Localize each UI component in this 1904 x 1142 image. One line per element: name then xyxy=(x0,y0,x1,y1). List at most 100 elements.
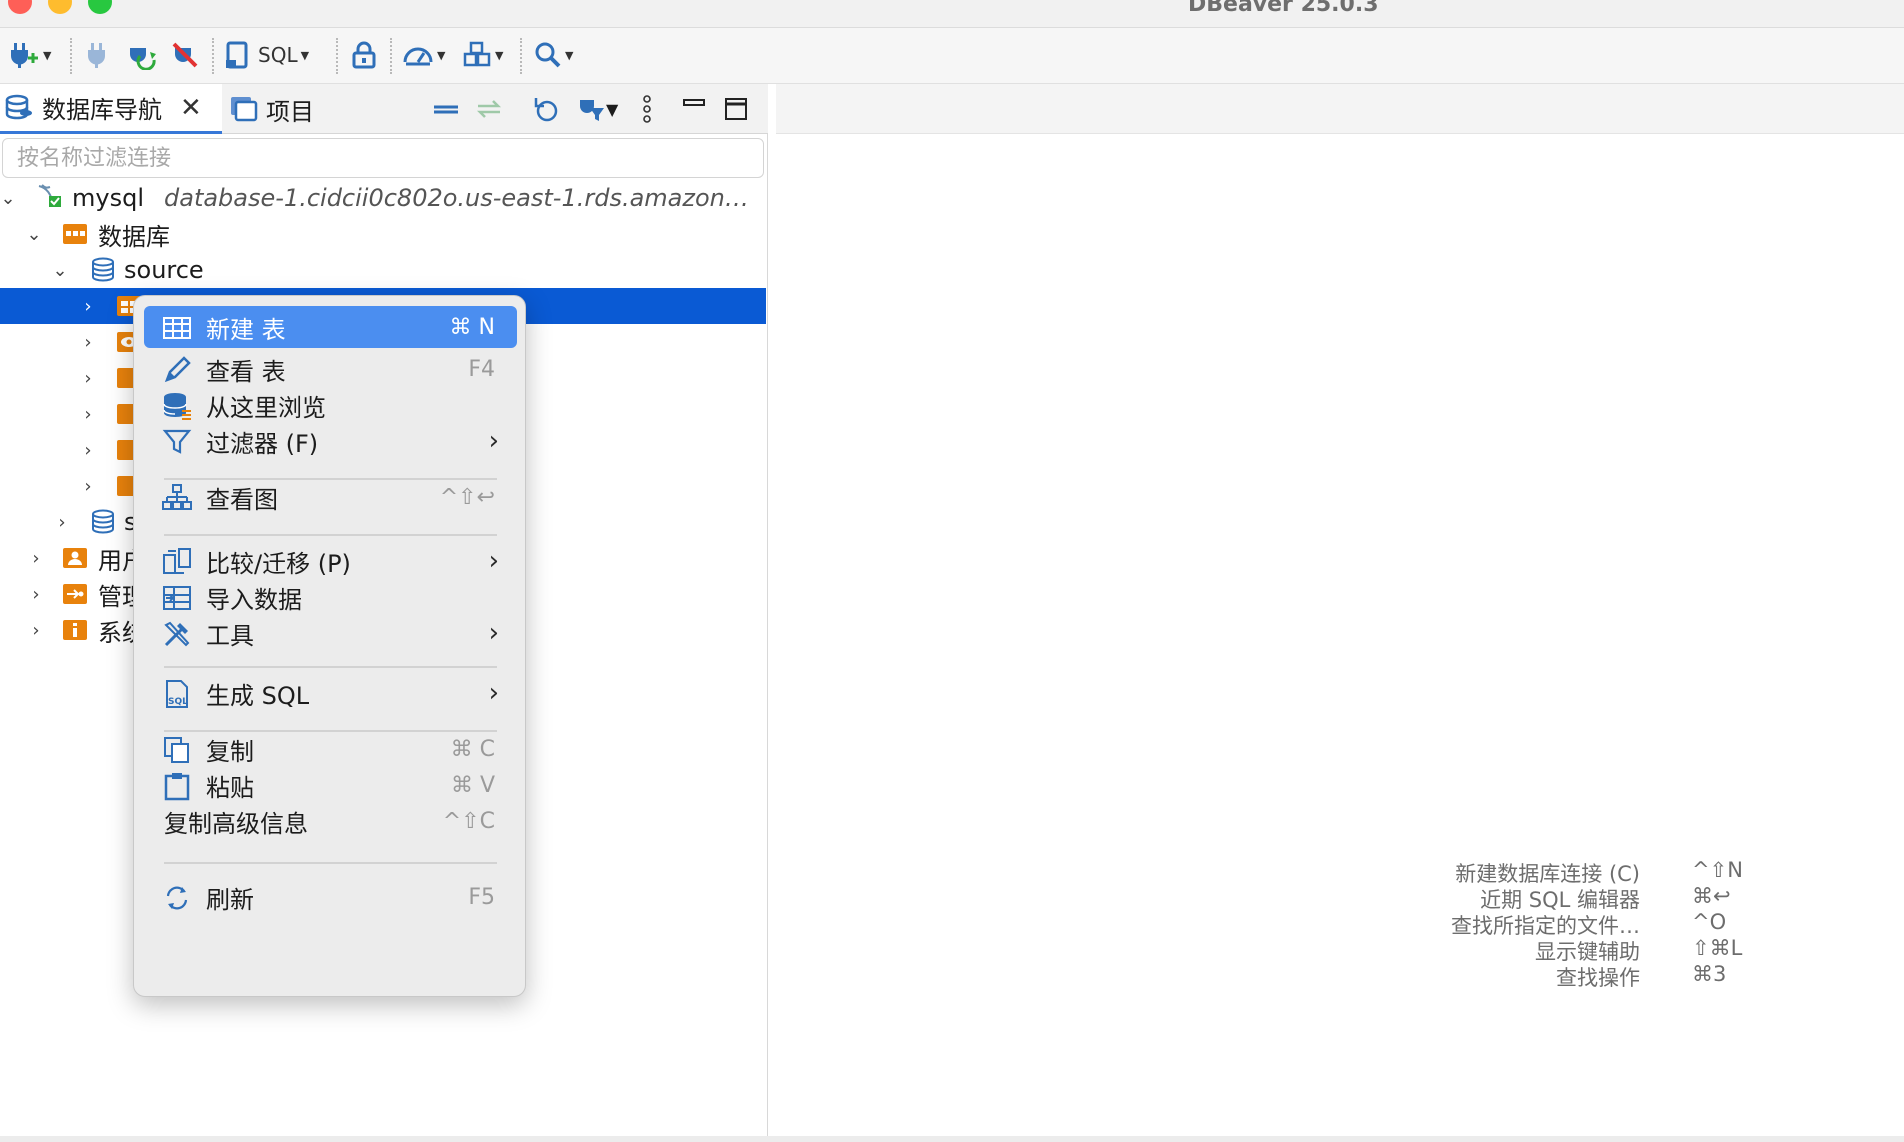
close-icon[interactable]: ✕ xyxy=(180,93,202,123)
diagram-icon xyxy=(162,484,192,510)
sql-file-icon: SQL xyxy=(166,680,188,708)
plug-refresh-icon xyxy=(534,98,558,122)
menu-item-label: 粘贴 xyxy=(206,773,254,802)
chevron-down-icon: ▼ xyxy=(43,48,52,62)
chevron-down-icon: ▼ xyxy=(606,99,619,119)
refresh-icon xyxy=(166,886,188,910)
view-menu-button[interactable] xyxy=(640,94,654,124)
menu-item-copy-advanced[interactable]: 复制高级信息 ^⇧C xyxy=(144,800,517,842)
menu-item-label: 查看 表 xyxy=(206,357,286,386)
databases-folder-icon xyxy=(63,224,87,244)
disconnect-button[interactable] xyxy=(170,40,200,70)
tab-label: 项目 xyxy=(266,97,314,126)
minimize-window-button[interactable] xyxy=(48,0,72,14)
chevron-down-icon: ▼ xyxy=(437,48,446,62)
chevron-right-icon[interactable]: › xyxy=(26,584,46,605)
minimize-icon xyxy=(683,99,705,106)
sql-button-label: SQL xyxy=(258,43,298,67)
hint-keys: ⇧⌘L xyxy=(1692,936,1743,960)
menu-item-filter[interactable]: 过滤器 (F) › xyxy=(144,420,517,462)
chevron-down-icon: ▼ xyxy=(565,48,574,62)
shortcut-label: ⌘ N xyxy=(449,314,495,340)
main-toolbar: ▼ SQL ▼ ▼ ▼ ▼ xyxy=(0,28,1904,84)
shortcut-label: F5 xyxy=(468,884,495,910)
menu-item-label: 复制高级信息 xyxy=(164,809,308,838)
context-menu: 新建 表 ⌘ N 查看 表 F4 从这里浏览 过滤器 (F) › 查看图 ^⇧↩… xyxy=(133,295,526,997)
toolbar-separator xyxy=(520,38,522,74)
info-folder-icon xyxy=(63,620,87,640)
maximize-panel-button[interactable] xyxy=(724,94,748,124)
chevron-right-icon[interactable]: › xyxy=(52,512,72,533)
shortcut-label: F4 xyxy=(468,356,495,382)
window-title: DBeaver 25.0.3 xyxy=(1188,0,1379,17)
connection-filter-input[interactable] xyxy=(3,139,763,177)
shortcut-label: ⌘ C xyxy=(450,736,495,762)
tree-node-schema-source[interactable]: ⌄ source xyxy=(0,252,766,288)
minimize-panel-button[interactable] xyxy=(682,94,706,124)
connection-host: database-1.cidcii0c802o.us-east-1.rds.am… xyxy=(164,184,749,212)
title-bar: DBeaver 25.0.3 xyxy=(0,0,1904,28)
menu-item-generate-sql[interactable]: SQL 生成 SQL › xyxy=(144,672,517,714)
chevron-down-icon[interactable]: ⌄ xyxy=(0,188,18,209)
chevron-down-icon: ▼ xyxy=(495,48,504,62)
filter-connections-button[interactable]: ▼ xyxy=(576,94,618,124)
transaction-lock-button[interactable] xyxy=(350,40,378,70)
chevron-right-icon[interactable]: › xyxy=(78,440,98,461)
chevron-right-icon[interactable]: › xyxy=(78,296,98,317)
tab-projects[interactable]: 项目 xyxy=(228,84,314,134)
sql-editor-button[interactable]: SQL ▼ xyxy=(224,40,309,70)
filter-icon xyxy=(162,429,192,454)
chevron-right-icon[interactable]: › xyxy=(26,620,46,641)
new-connection-button[interactable]: ▼ xyxy=(8,40,51,70)
panel-tab-bar: 数据库导航 ✕ 项目 ▼ xyxy=(0,84,768,134)
commit-mode-button[interactable]: ▼ xyxy=(462,40,503,70)
users-folder-icon xyxy=(63,548,87,568)
database-icon xyxy=(92,257,114,282)
menu-separator xyxy=(164,534,497,536)
tree-node-databases[interactable]: ⌄ 数据库 xyxy=(0,216,766,252)
connect-button[interactable] xyxy=(84,40,110,70)
disconnect-icon xyxy=(172,42,198,68)
chevron-right-icon[interactable]: › xyxy=(78,332,98,353)
reconnect-button[interactable] xyxy=(126,40,158,70)
chevron-right-icon[interactable]: › xyxy=(78,476,98,497)
menu-item-new-table[interactable]: 新建 表 ⌘ N xyxy=(144,306,517,348)
plug-plus-icon xyxy=(11,43,38,68)
connection-filter-field[interactable] xyxy=(2,138,764,178)
pencil-icon xyxy=(164,356,191,383)
menu-item-view-diagram[interactable]: 查看图 ^⇧↩ xyxy=(144,476,517,518)
menu-item-label: 从这里浏览 xyxy=(206,393,326,422)
menu-item-label: 比较/迁移 (P) xyxy=(206,549,351,578)
chevron-right-icon[interactable]: › xyxy=(26,548,46,569)
new-folder-button[interactable] xyxy=(530,94,560,124)
chevron-right-icon[interactable]: › xyxy=(78,368,98,389)
search-button[interactable]: ▼ xyxy=(534,40,573,70)
shortcut-label: ^⇧C xyxy=(442,808,495,834)
plug-icon xyxy=(88,43,105,68)
menu-item-refresh[interactable]: 刷新 F5 xyxy=(144,876,517,918)
chevron-right-icon: › xyxy=(488,618,499,648)
chevron-down-icon[interactable]: ⌄ xyxy=(24,224,44,245)
collapse-all-button[interactable] xyxy=(432,94,460,124)
database-browse-icon xyxy=(163,393,191,420)
chevron-right-icon[interactable]: › xyxy=(78,404,98,425)
tab-database-navigator[interactable]: 数据库导航 ✕ xyxy=(0,84,222,134)
search-icon xyxy=(535,42,561,68)
hint-keys: ^O xyxy=(1692,910,1727,934)
chevron-down-icon: ▼ xyxy=(300,48,310,62)
link-with-editor-button[interactable] xyxy=(474,94,504,124)
chevron-right-icon: › xyxy=(488,426,499,456)
table-icon xyxy=(163,317,191,339)
chevron-down-icon[interactable]: ⌄ xyxy=(50,260,70,281)
chevron-right-icon: › xyxy=(488,678,499,708)
close-window-button[interactable] xyxy=(8,0,32,14)
dashboard-button[interactable]: ▼ xyxy=(402,40,445,70)
admin-folder-icon xyxy=(63,584,87,604)
tree-node-connection[interactable]: ⌄ mysql database-1.cidcii0c802o.us-east-… xyxy=(0,180,766,216)
sql-script-icon xyxy=(226,41,248,69)
plug-filter-icon xyxy=(580,100,604,121)
menu-item-tools[interactable]: 工具 › xyxy=(144,612,517,654)
menu-item-label: 工具 xyxy=(206,621,254,650)
zoom-window-button[interactable] xyxy=(88,0,112,14)
copy-icon xyxy=(164,737,189,763)
